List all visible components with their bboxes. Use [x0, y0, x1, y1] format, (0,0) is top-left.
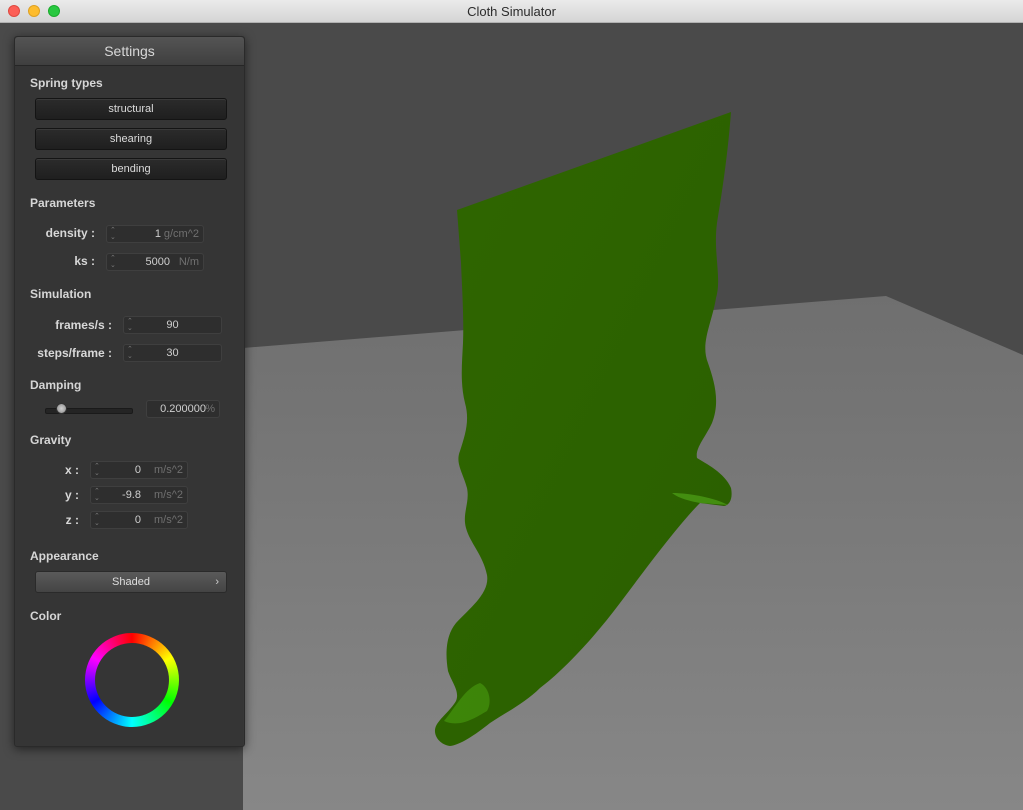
- damping-field[interactable]: 0.200000 %: [146, 400, 220, 418]
- frames-value: 90: [166, 319, 179, 331]
- bending-button[interactable]: bending: [35, 158, 227, 180]
- steps-label: steps/frame :: [37, 346, 112, 360]
- damping-value: 0.200000: [160, 403, 206, 415]
- stepper-icon[interactable]: ⌃ ⌄: [94, 488, 100, 502]
- gravity-x-unit: m/s^2: [154, 464, 183, 476]
- frames-label: frames/s :: [55, 318, 112, 332]
- ks-unit: N/m: [178, 256, 199, 268]
- density-label: density :: [45, 226, 95, 240]
- stepper-icon[interactable]: ⌃ ⌄: [94, 463, 100, 477]
- density-unit: g/cm^2: [163, 228, 199, 240]
- gravity-x-label: x :: [64, 463, 79, 477]
- shearing-button[interactable]: shearing: [35, 128, 227, 150]
- steps-value: 30: [166, 347, 179, 359]
- simulation-heading: Simulation: [30, 287, 92, 301]
- appearance-heading: Appearance: [30, 549, 99, 563]
- ks-value: 5000: [145, 256, 170, 268]
- damping-slider-handle[interactable]: [56, 403, 67, 414]
- gravity-y-value: -9.8: [122, 489, 141, 501]
- parameters-heading: Parameters: [30, 196, 96, 210]
- stepper-icon[interactable]: ⌃ ⌄: [110, 255, 116, 269]
- panel-title[interactable]: Settings: [15, 37, 244, 66]
- gravity-x-field[interactable]: ⌃ ⌄ 0 m/s^2: [90, 461, 188, 479]
- gravity-x-value: 0: [134, 464, 141, 476]
- structural-button[interactable]: structural: [35, 98, 227, 120]
- ks-field[interactable]: ⌃ ⌄ 5000 N/m: [106, 253, 204, 271]
- gravity-z-field[interactable]: ⌃ ⌄ 0 m/s^2: [90, 511, 188, 529]
- window-title-bar: Cloth Simulator: [0, 0, 1023, 23]
- gravity-z-label: z :: [65, 513, 79, 527]
- gravity-z-unit: m/s^2: [154, 514, 183, 526]
- damping-heading: Damping: [30, 378, 82, 392]
- stepper-icon[interactable]: ⌃ ⌄: [110, 227, 116, 241]
- color-wheel-picker[interactable]: [85, 633, 179, 727]
- spring-types-heading: Spring types: [30, 76, 103, 90]
- chevron-right-icon: ›: [215, 576, 219, 588]
- gravity-z-value: 0: [134, 514, 141, 526]
- gravity-heading: Gravity: [30, 433, 72, 447]
- ks-label: ks :: [74, 254, 95, 268]
- gravity-y-unit: m/s^2: [154, 489, 183, 501]
- density-value: 1: [154, 228, 161, 240]
- density-field[interactable]: ⌃ ⌄ 1 g/cm^2: [106, 225, 204, 243]
- gravity-y-label: y :: [64, 488, 79, 502]
- hue-ring-inner: [95, 643, 169, 717]
- settings-panel: Settings Spring types structural shearin…: [14, 36, 245, 747]
- color-heading: Color: [30, 609, 62, 623]
- window-title: Cloth Simulator: [467, 4, 556, 19]
- frames-field[interactable]: ⌃ ⌄ 90: [123, 316, 222, 334]
- damping-unit: %: [205, 403, 215, 415]
- gravity-y-field[interactable]: ⌃ ⌄ -9.8 m/s^2: [90, 486, 188, 504]
- steps-field[interactable]: ⌃ ⌄ 30: [123, 344, 222, 362]
- appearance-selected: Shaded: [112, 576, 150, 588]
- appearance-dropdown[interactable]: Shaded ›: [35, 571, 227, 593]
- stepper-icon[interactable]: ⌃ ⌄: [94, 513, 100, 527]
